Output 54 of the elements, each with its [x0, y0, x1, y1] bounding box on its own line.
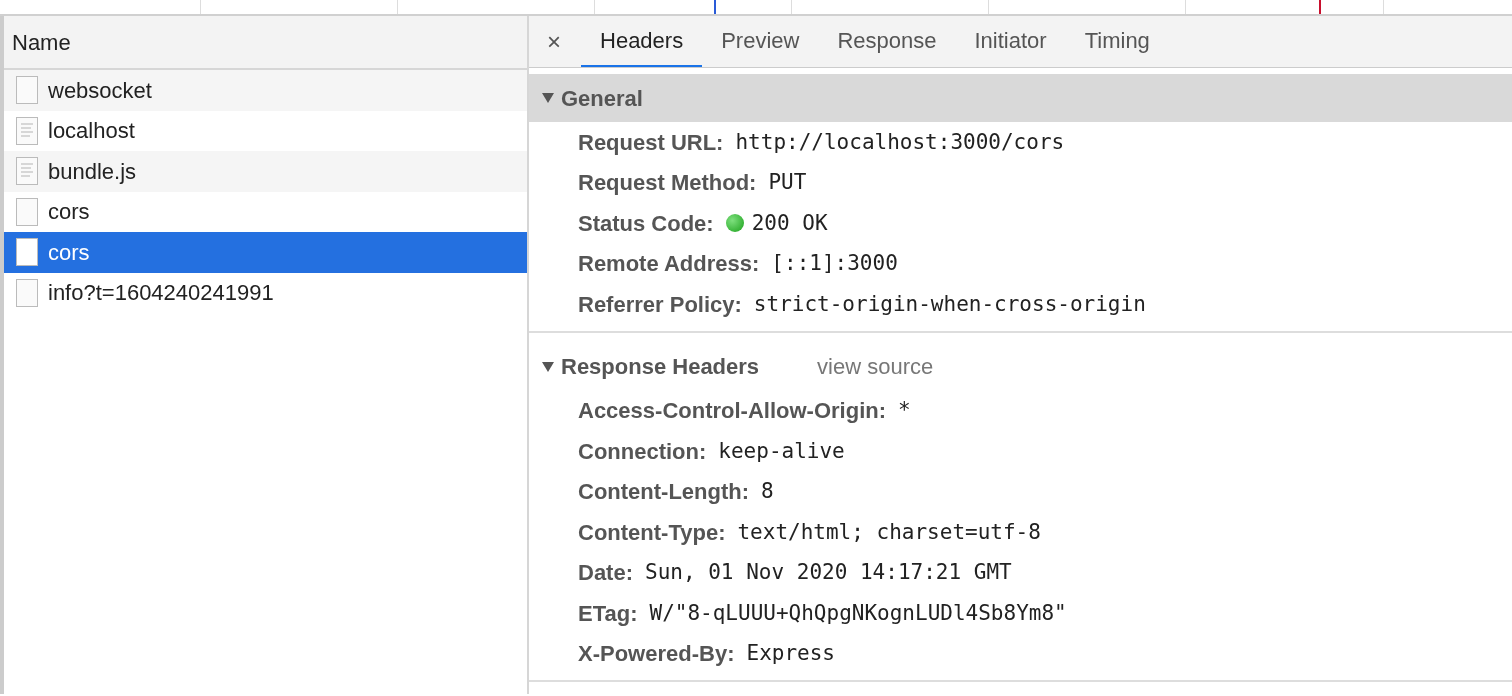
header-name: Remote Address:: [578, 250, 760, 279]
section-header[interactable]: General: [529, 74, 1512, 122]
tab[interactable]: Preview: [702, 16, 819, 67]
tab[interactable]: Timing: [1065, 16, 1169, 67]
header-name: Access-Control-Allow-Origin:: [578, 397, 886, 426]
header-value: W/"8-qLUUU+QhQpgNKognLUDl4Sb8Ym8": [649, 599, 1067, 627]
header-name: Content-Type:: [578, 518, 726, 547]
header-value: keep-alive: [718, 437, 845, 465]
request-row[interactable]: websocket: [4, 70, 527, 111]
header-value: *: [898, 397, 911, 424]
timeline-marker: [714, 0, 716, 14]
header-name: Content-Length:: [578, 478, 750, 507]
tab[interactable]: Initiator: [955, 16, 1066, 67]
file-icon: [16, 238, 38, 267]
header-name: X-Powered-By:: [578, 640, 735, 669]
file-icon: [16, 76, 38, 105]
header-value: strict-origin-when-cross-origin: [753, 290, 1146, 318]
header-value: 8: [761, 478, 774, 505]
document-icon: [16, 116, 38, 145]
header-value: http://localhost:3000/cors: [735, 128, 1065, 156]
expanded-triangle-icon: [541, 92, 555, 104]
header-name: Date:: [578, 559, 633, 588]
expanded-triangle-icon: [541, 360, 555, 373]
tab[interactable]: Response: [818, 16, 956, 67]
timeline-marker: [1319, 0, 1321, 14]
request-name: localhost: [48, 117, 135, 146]
request-name: cors: [48, 198, 90, 227]
header-value: [::1]:3000: [771, 250, 898, 277]
header-name: Status Code:: [578, 209, 714, 238]
request-name: bundle.js: [48, 157, 137, 186]
view-source-link[interactable]: view source: [817, 350, 934, 383]
column-header[interactable]: Name: [12, 25, 71, 59]
request-row[interactable]: cors: [4, 232, 527, 273]
request-name: websocket: [48, 76, 152, 105]
request-name: info?t=1604240241991: [48, 279, 274, 308]
file-icon: [16, 197, 38, 226]
header-value: text/html; charset=utf-8: [737, 518, 1041, 546]
header-name: Request URL:: [578, 128, 724, 157]
header-value: 200 OK: [751, 209, 828, 237]
header-value: PUT: [768, 169, 807, 196]
request-name: cors: [48, 238, 90, 267]
request-row[interactable]: bundle.js: [4, 151, 527, 192]
header-name: ETag:: [578, 599, 638, 628]
header-name: Referrer Policy:: [578, 290, 742, 319]
close-button[interactable]: ×: [543, 16, 565, 67]
section-title: General: [561, 84, 643, 113]
header-name: Connection:: [578, 437, 707, 466]
document-icon: [16, 157, 38, 186]
header-value: Sun, 01 Nov 2020 14:17:21 GMT: [645, 559, 1012, 586]
header-value: Express: [746, 640, 835, 667]
tab[interactable]: Headers: [581, 16, 703, 67]
file-icon: [16, 278, 38, 307]
section-title: Response Headers: [561, 353, 760, 381]
header-name: Request Method:: [578, 169, 757, 198]
